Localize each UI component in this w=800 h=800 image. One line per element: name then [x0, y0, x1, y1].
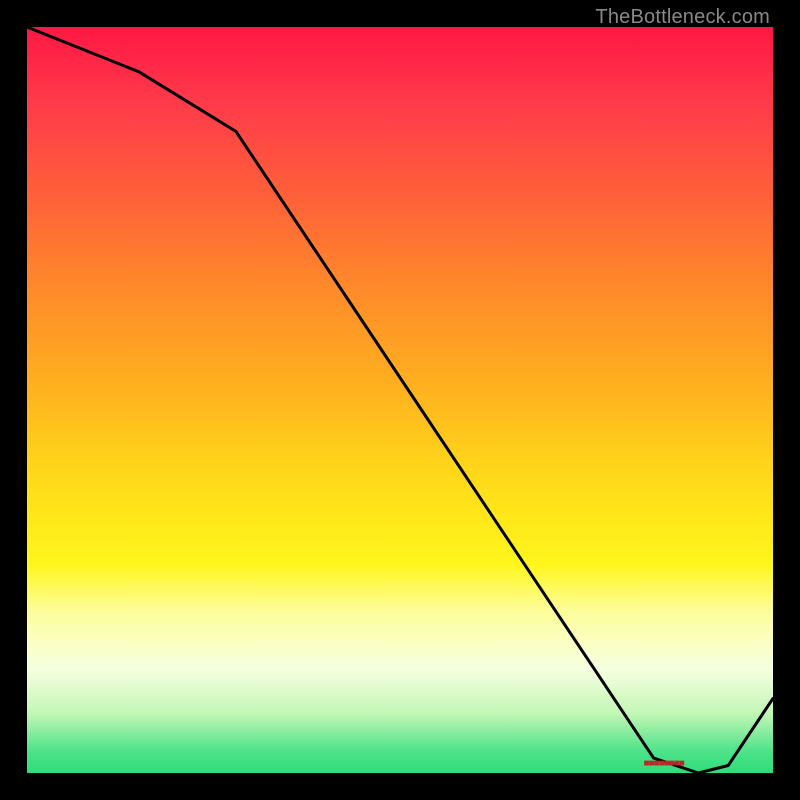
chart-frame: ■■■■■■■■ TheBottleneck.com — [0, 0, 800, 800]
plot-area — [27, 27, 773, 773]
minimum-marker: ■■■■■■■■ — [643, 758, 683, 769]
watermark-text: TheBottleneck.com — [595, 6, 770, 29]
